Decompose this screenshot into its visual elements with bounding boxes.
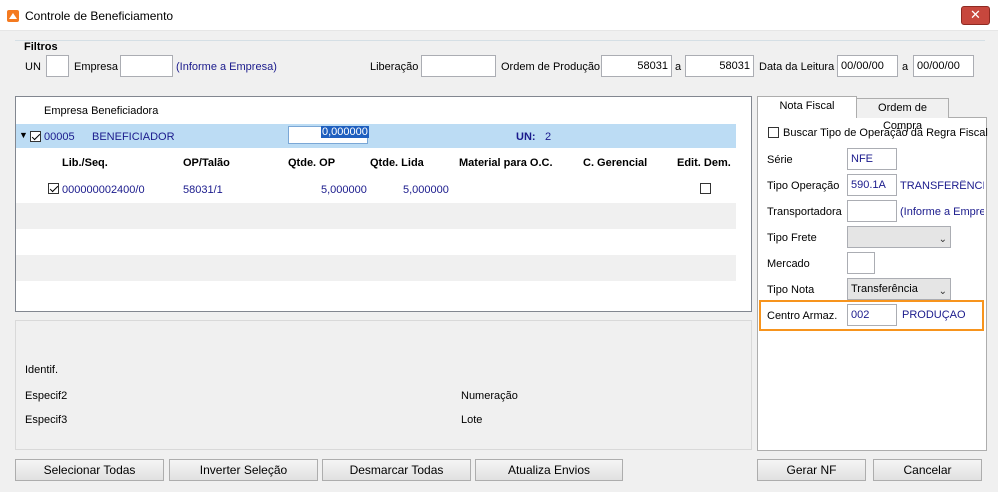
col-c-gerencial[interactable]: C. Gerencial <box>583 157 647 169</box>
col-qtde-op[interactable]: Qtde. OP <box>288 157 335 169</box>
edit-dem-checkbox[interactable] <box>700 182 711 194</box>
expand-icon[interactable]: ▼ <box>19 130 28 140</box>
transportadora-input[interactable] <box>847 200 897 222</box>
desmarcar-todas-button[interactable]: Desmarcar Todas <box>322 459 471 481</box>
tipo-nota-label: Tipo Nota <box>767 284 815 296</box>
tipo-frete-label: Tipo Frete <box>767 232 817 244</box>
grid-vertical-scrollbar[interactable]: ▲ ▼ <box>751 97 752 311</box>
data-leitura-label: Data da Leitura <box>759 61 835 73</box>
group-checkbox[interactable] <box>30 130 41 142</box>
cancelar-button[interactable]: Cancelar <box>873 459 982 481</box>
ordem-producao-to-input[interactable]: 58031 <box>685 55 754 77</box>
centro-armaz-label: Centro Armaz. <box>767 310 838 322</box>
transportadora-label: Transportadora <box>767 206 842 218</box>
ordem-sep: a <box>675 61 682 73</box>
inverter-selecao-button[interactable]: Inverter Seleção <box>169 459 318 481</box>
tipo-operacao-input[interactable]: 590.1A <box>847 174 897 196</box>
tipo-nota-value: Transferência <box>851 283 918 295</box>
chevron-down-icon: ⌄ <box>938 234 947 245</box>
close-button[interactable]: ✕ <box>961 6 990 25</box>
empty-row <box>16 203 736 229</box>
group-code: 00005 <box>44 131 75 143</box>
especif2-label: Especif2 <box>25 390 68 402</box>
buscar-label: Buscar Tipo de Operação da Regra Fiscal <box>783 127 988 139</box>
tab-nota-fiscal[interactable]: Nota Fiscal <box>757 96 857 118</box>
empresa-hint: (Informe a Empresa) <box>176 61 277 73</box>
col-edit-dem[interactable]: Edit. Dem. <box>677 157 731 169</box>
un-value-grid: 2 <box>545 131 552 143</box>
row-checkbox[interactable] <box>48 182 59 194</box>
transportadora-hint: (Informe a Empre <box>900 206 984 218</box>
ordem-producao-label: Ordem de Produção <box>501 61 601 73</box>
filtros-title: Filtros <box>24 41 61 53</box>
gerar-nf-button[interactable]: Gerar NF <box>757 459 866 481</box>
atualiza-envios-button[interactable]: Atualiza Envios <box>475 459 623 481</box>
lote-label: Lote <box>461 414 483 426</box>
group-header: Empresa Beneficiadora <box>44 105 159 117</box>
group-name: BENEFICIADOR <box>92 131 175 143</box>
un-label-grid: UN: <box>516 131 536 143</box>
data-sep: a <box>902 61 909 73</box>
data-leitura-from-input[interactable]: 00/00/00 <box>837 55 898 77</box>
ordem-producao-from-input[interactable]: 58031 <box>601 55 672 77</box>
window-title: Controle de Beneficiamento <box>25 9 174 23</box>
mercado-input[interactable] <box>847 252 875 274</box>
especif3-label: Especif3 <box>25 414 68 426</box>
data-leitura-to-input[interactable]: 00/00/00 <box>913 55 974 77</box>
beneficiamento-grid: Empresa Beneficiadora ▼ 00005 BENEFICIAD… <box>15 96 752 312</box>
empty-row <box>16 255 736 281</box>
col-material[interactable]: Material para O.C. <box>459 157 553 169</box>
un-label: UN <box>25 61 41 73</box>
identif-label: Identif. <box>25 364 59 376</box>
cell-op-talao: 58031/1 <box>183 184 223 196</box>
liberacao-label: Liberação <box>370 61 419 73</box>
col-op-talao[interactable]: OP/Talão <box>183 157 230 169</box>
numeracao-label: Numeração <box>461 390 518 402</box>
serie-input[interactable]: NFE <box>847 148 897 170</box>
tipo-nota-select[interactable]: Transferência ⌄ <box>847 278 951 300</box>
tipo-operacao-desc: TRANSFERÊNCIA <box>900 180 984 192</box>
tipo-operacao-label: Tipo Operação <box>767 180 840 192</box>
chevron-down-icon: ⌄ <box>938 286 947 297</box>
col-qtde-lida[interactable]: Qtde. Lida <box>370 157 424 169</box>
cell-qtde-op: 5,000000 <box>321 184 367 196</box>
info-panel <box>15 320 752 450</box>
group-total: 0,000000 <box>321 126 369 138</box>
tab-ordem-compra[interactable]: Ordem de Compra <box>856 98 949 132</box>
buscar-checkbox[interactable] <box>768 126 779 138</box>
liberacao-input[interactable] <box>421 55 496 77</box>
un-input[interactable] <box>46 55 69 77</box>
cell-lib-seq: 000000002400/0 <box>62 184 145 196</box>
selecionar-todas-button[interactable]: Selecionar Todas <box>15 459 164 481</box>
centro-armaz-desc: PRODUÇAO <box>902 309 966 321</box>
empresa-label: Empresa <box>74 61 119 73</box>
cell-qtde-lida: 5,000000 <box>403 184 449 196</box>
col-lib-seq[interactable]: Lib./Seq. <box>62 157 108 169</box>
tipo-frete-select[interactable]: ⌄ <box>847 226 951 248</box>
app-icon <box>7 10 19 22</box>
mercado-label: Mercado <box>767 258 810 270</box>
centro-armaz-input[interactable]: 002 <box>847 304 897 326</box>
empresa-input[interactable] <box>120 55 173 77</box>
serie-label: Série <box>767 154 793 166</box>
